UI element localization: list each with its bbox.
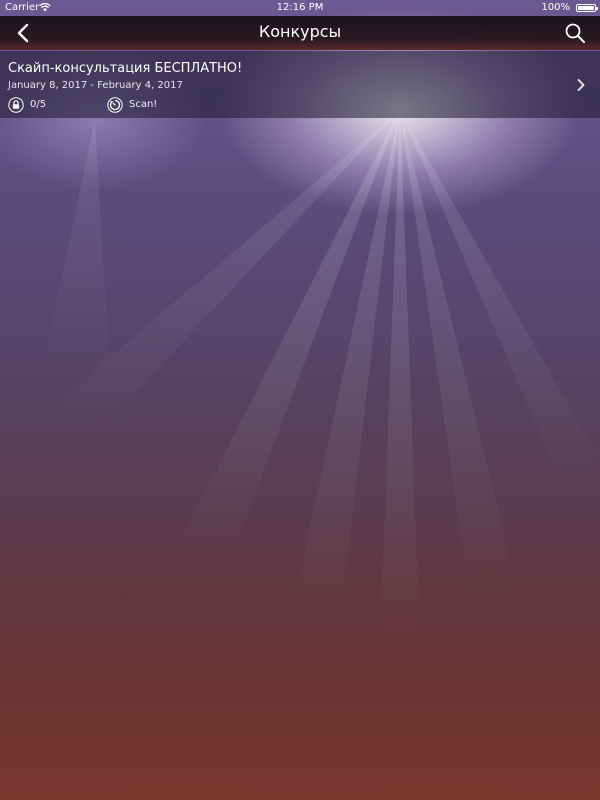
clock: 12:16 PM <box>276 2 324 13</box>
status-bar: Carrier 12:16 PM 100% <box>0 0 600 16</box>
battery-percentage: 100% <box>541 2 570 13</box>
navigation-bar: Конкурсы <box>0 16 600 50</box>
light-rays-background <box>40 110 600 640</box>
scan-action-label: Scan! <box>129 99 158 110</box>
contest-list-item[interactable]: Скайп-консультация БЕСПЛАТНО! January 8,… <box>0 51 600 118</box>
page-title: Конкурсы <box>258 22 342 41</box>
contest-title: Скайп-консультация БЕСПЛАТНО! <box>8 61 243 76</box>
battery-icon <box>576 4 598 12</box>
contests-screen: Carrier 12:16 PM 100% Конкурсы Скайп-кон… <box>0 0 600 800</box>
search-icon[interactable] <box>564 22 586 44</box>
scan-icon <box>107 97 123 113</box>
contest-dates: January 8, 2017 - February 4, 2017 <box>8 80 183 91</box>
chevron-right-icon <box>577 79 585 91</box>
contest-progress: 0/5 <box>30 99 47 110</box>
lock-icon <box>8 97 24 113</box>
